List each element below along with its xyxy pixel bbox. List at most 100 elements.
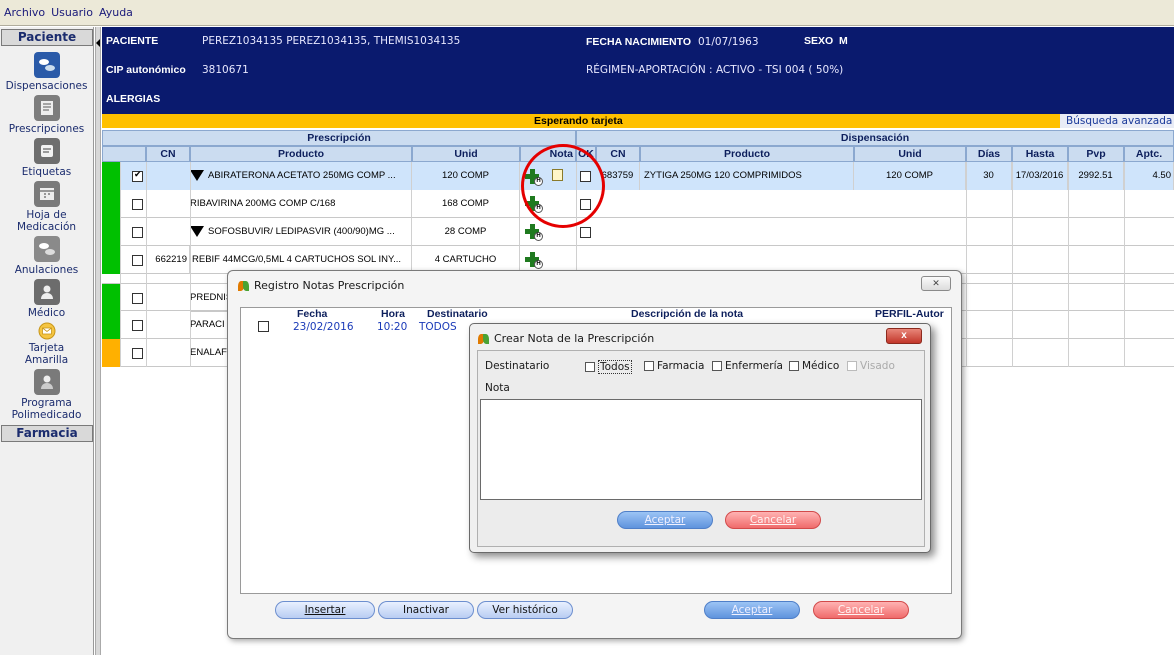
dialog-title: Registro Notas Prescripción [254,279,405,292]
aceptar-button[interactable]: Aceptar [617,511,713,529]
col-d-cn[interactable]: CN [596,146,640,162]
expand-triangle-icon[interactable] [190,225,204,237]
medical-cross-icon[interactable]: H [525,251,543,269]
table-row[interactable]: ABIRATERONA ACETATO 250MG COMP ... 120 C… [102,162,1174,190]
col-hasta[interactable]: Hasta [1012,146,1068,162]
col-perfil-autor[interactable]: PERFIL-Autor [875,308,944,320]
col-descripcion[interactable]: Descripción de la nota [631,308,743,320]
fecha-nacimiento: 01/07/1963 [698,36,759,48]
col-producto[interactable]: Producto [190,146,412,162]
sidebar-item-hoja-medicacion[interactable]: Hoja de Medicación [0,181,93,233]
col-destinatario[interactable]: Destinatario [427,308,488,320]
col-pvp[interactable]: Pvp [1068,146,1124,162]
row-checkbox[interactable] [132,227,143,238]
pills-icon [33,52,60,78]
ver-historico-button[interactable]: Ver histórico [477,601,573,619]
cell-cn: 662219 [146,246,190,274]
checkbox-label: Farmacia [657,360,705,372]
sidebar: Paciente Dispensaciones Prescripciones E… [0,27,94,655]
col-unid[interactable]: Unid [412,146,520,162]
cancelar-button[interactable]: Cancelar [725,511,821,529]
crear-nota-dialog: Crear Nota de la Prescripción x Destinat… [469,323,931,553]
nota-textarea[interactable] [480,399,922,500]
cell-producto: SOFOSBUVIR/ LEDIPASVIR (400/90)MG ... [190,218,412,246]
cell-producto: RIBAVIRINA 200MG COMP C/168 [190,190,412,218]
col-d-unid[interactable]: Unid [854,146,966,162]
ok-checkbox[interactable] [580,227,591,238]
cell-d-unid: 120 COMP [854,162,966,190]
aceptar-button[interactable]: Aceptar [704,601,800,619]
row-status-marker [102,311,120,339]
app-leaf-icon [478,333,490,345]
row-checkbox[interactable] [132,320,143,331]
dialog-title-bar: Crear Nota de la Prescripción [478,332,654,345]
menu-archivo[interactable]: Archivo [4,6,45,19]
sidebar-section-farmacia[interactable]: Farmacia [1,425,93,442]
checkbox-box [585,362,595,372]
col-d-producto[interactable]: Producto [640,146,854,162]
inactivar-button[interactable]: Inactivar [378,601,474,619]
sidebar-item-dispensaciones[interactable]: Dispensaciones [0,52,93,92]
col-hora[interactable]: Hora [381,308,405,320]
row-checkbox[interactable] [132,199,143,210]
grid-line [120,162,121,367]
row-checkbox[interactable] [132,348,143,359]
sidebar-item-medico[interactable]: Médico [0,279,93,319]
menu-usuario[interactable]: Usuario [51,6,93,19]
sidebar-item-tarjeta-amarilla[interactable]: Tarjeta Amarilla [0,322,93,366]
sidebar-item-prescripciones[interactable]: Prescripciones [0,95,93,135]
cancelar-button[interactable]: Cancelar [813,601,909,619]
checkbox-label: Visado [860,360,895,372]
prescription-icon [33,95,60,121]
checkbox-enfermeria[interactable]: Enfermería [712,360,783,372]
checkbox-farmacia[interactable]: Farmacia [644,360,704,372]
close-button[interactable]: ✕ [921,276,951,291]
col-aptc[interactable]: Aptc. [1124,146,1174,162]
note-destinatario: TODOS [419,321,457,333]
row-checkbox[interactable] [132,169,143,182]
label-nota: Nota [485,382,510,394]
row-checkbox[interactable] [132,255,143,266]
cell-unid: 168 COMP [412,190,520,218]
col-fecha[interactable]: Fecha [297,308,327,320]
collapse-arrow-icon[interactable] [96,39,100,47]
col-dias[interactable]: Días [966,146,1012,162]
col-cn[interactable]: CN [146,146,190,162]
aceptar-label: Aceptar [731,604,773,616]
doctor-icon [33,279,60,305]
advanced-search-link[interactable]: Búsqueda avanzada [1060,114,1174,128]
producto-text: ABIRATERONA ACETATO 250MG COMP ... [208,170,396,181]
envelope-icon [38,322,56,340]
cell-unid: 120 COMP [412,162,520,190]
cell-producto: PARACI [190,311,230,339]
patient-header: PACIENTE PEREZ1034135 PEREZ1034135, THEM… [102,27,1174,114]
close-button[interactable]: x [886,328,922,344]
row-status-marker [102,190,120,218]
sidebar-item-etiquetas[interactable]: Etiquetas [0,138,93,178]
row-checkbox[interactable] [132,293,143,304]
cip-value: 3810671 [202,64,249,76]
insertar-button[interactable]: Insertar [275,601,375,619]
sidebar-item-anulaciones[interactable]: Anulaciones [0,236,93,276]
sidebar-item-programa-polimedicado[interactable]: Programa Polimedicado [0,369,93,421]
grid-line [1068,162,1069,367]
checkbox-medico[interactable]: Médico [789,360,839,372]
label-alergias: ALERGIAS [106,93,161,105]
checkbox-todos[interactable]: Todos [585,360,632,374]
cell-dias: 30 [966,162,1012,190]
menu-ayuda[interactable]: Ayuda [99,6,133,19]
splitter[interactable] [95,27,101,655]
cell-producto: ABIRATERONA ACETATO 250MG COMP ... [190,162,412,190]
note-row-checkbox[interactable] [258,321,269,332]
expand-triangle-icon[interactable] [190,169,204,181]
cell-unid: 28 COMP [412,218,520,246]
label-paciente: PACIENTE [106,35,159,47]
checkbox-box [712,361,722,371]
sidebar-section-paciente[interactable]: Paciente [1,29,93,46]
table-row[interactable]: RIBAVIRINA 200MG COMP C/168 168 COMP H [102,190,1174,218]
patient-name: PEREZ1034135 PEREZ1034135, THEMIS1034135 [202,35,461,47]
sexo: M [839,35,848,47]
medical-cross-icon[interactable]: H [525,223,543,241]
table-row[interactable]: SOFOSBUVIR/ LEDIPASVIR (400/90)MG ... 28… [102,218,1174,246]
label-destinatario: Destinatario [485,360,550,372]
